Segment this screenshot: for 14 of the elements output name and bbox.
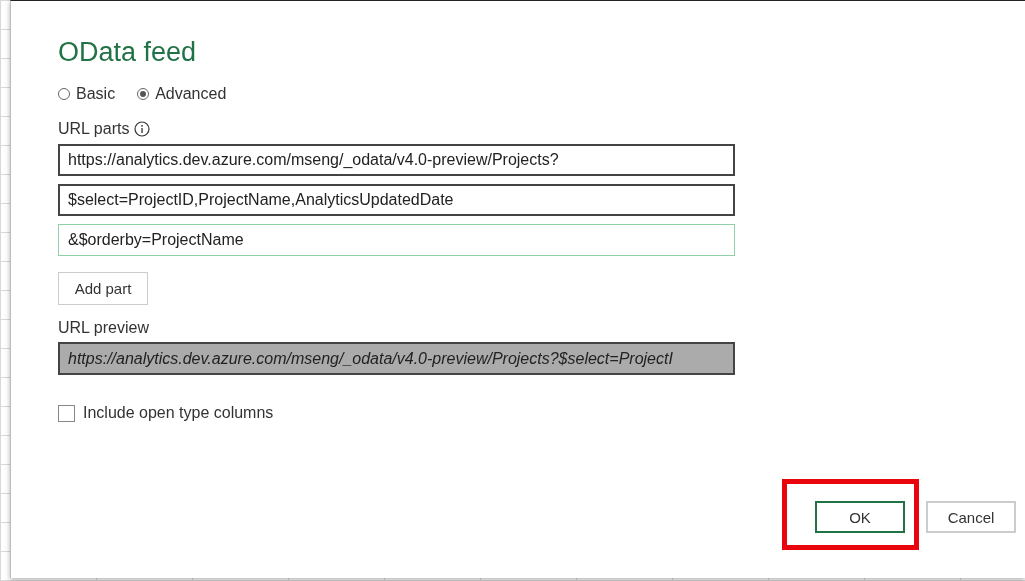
info-icon[interactable] xyxy=(134,121,151,137)
url-part-field[interactable]: https://analytics.dev.azure.com/mseng/_odata/v4.0-preview/Projects? xyxy=(58,144,735,176)
radio-label: Advanced xyxy=(155,85,227,103)
url-part-field[interactable]: &$orderby=ProjectName xyxy=(58,224,735,256)
radio-label: Basic xyxy=(76,85,116,103)
dialog-button[interactable]: Cancel xyxy=(926,501,1016,533)
url-preview-field: https://analytics.dev.azure.com/mseng/_odata/v4.0-preview/Projects?$select=ProjectI xyxy=(58,342,735,375)
dialog-title: OData feed xyxy=(58,37,198,69)
dialog-button[interactable]: OK xyxy=(815,501,905,533)
include-open-type-checkbox[interactable]: Include open type columns xyxy=(58,404,274,422)
url-parts-label: URL parts xyxy=(58,120,130,138)
add-part-button[interactable]: Add part xyxy=(58,272,148,305)
url-preview-label: URL preview xyxy=(58,319,150,337)
url-part-field[interactable]: $select=ProjectID,ProjectName,AnalyticsUpdatedDate xyxy=(58,184,735,216)
